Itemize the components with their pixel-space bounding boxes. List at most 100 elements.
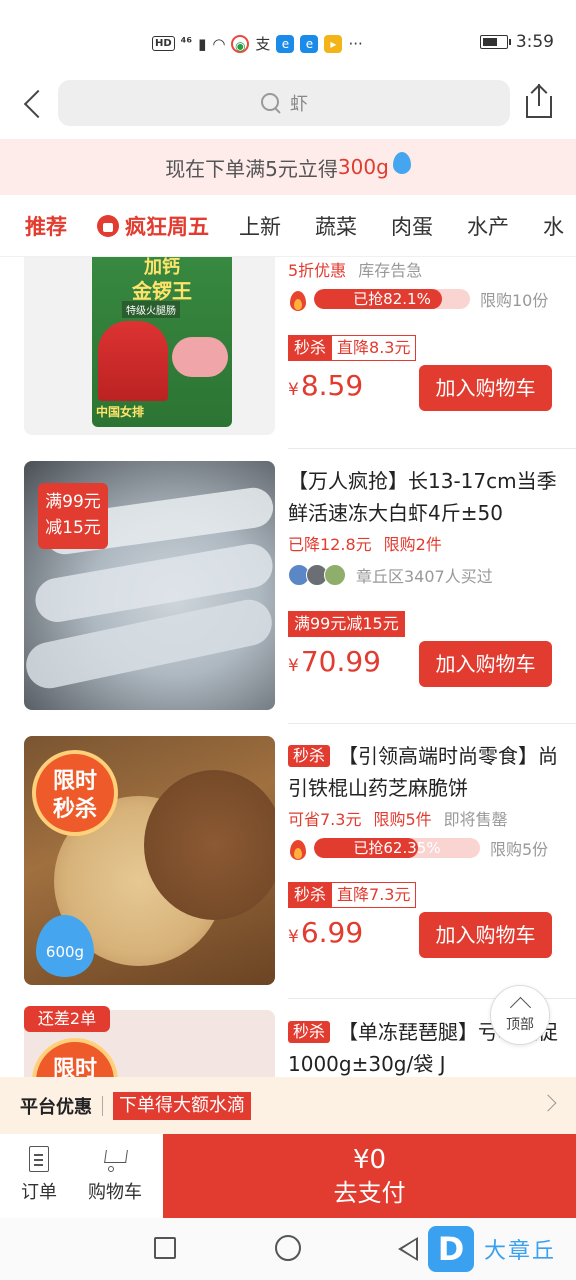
avatar — [324, 564, 346, 586]
promo-highlight: 300g — [337, 155, 389, 179]
chevron-right-icon — [539, 1094, 557, 1112]
cart-button[interactable]: 购物车 — [80, 1146, 150, 1204]
badge-line-2: 秒杀 — [52, 797, 97, 822]
price-drop-badge: 直降7.3元 — [332, 882, 417, 908]
cart-label: 购物车 — [88, 1182, 142, 1203]
separator — [102, 1095, 103, 1116]
more-notifications-icon: ··· — [348, 34, 363, 53]
promo-badges: 满99元减15元 — [288, 611, 564, 637]
pack-text-4: 中国女排 — [96, 405, 145, 419]
cracker-art-dark — [144, 770, 275, 920]
sold-progress-bar: 已抢62.35% — [314, 838, 480, 858]
order-list-icon — [29, 1146, 49, 1172]
currency: ¥ — [288, 380, 299, 400]
tab-label: 疯狂周五 — [125, 214, 209, 239]
price-drop-badge: 直降8.3元 — [332, 335, 417, 361]
discount-text: 5折优惠 — [288, 261, 347, 280]
promo-banner[interactable]: 现在下单满5元立得 300g — [0, 139, 576, 195]
product-title: 秒杀 【引领高端时尚零食】尚引铁棍山药芝麻脆饼 — [288, 740, 564, 804]
water-drop-icon — [392, 152, 411, 174]
list-item[interactable]: 满99元 减15元 【万人疯抢】长13-17cm当季鲜活速冻大白虾4斤±50 已… — [0, 461, 576, 721]
price-row: ¥6.99 加入购物车 — [288, 912, 564, 960]
fire-icon — [288, 287, 308, 311]
wifi-icon: ◠ — [212, 34, 226, 53]
product-info: 5折优惠 库存告急 已抢82.1% 限购10份 秒杀 直降8.3元 ¥8.59 … — [288, 257, 564, 413]
app-notification-icon: ◉ — [231, 34, 250, 53]
tab-next[interactable]: 水 — [543, 211, 564, 241]
buyers-text: 章丘区3407人买过 — [356, 567, 493, 586]
pay-button[interactable]: ¥0 去支付 — [163, 1134, 576, 1218]
price-value: 6.99 — [300, 916, 364, 949]
progress-row: 已抢82.1% 限购10份 — [288, 287, 564, 311]
list-item[interactable]: 加钙 金锣王 特级火腿肠 中国女排 5折优惠 库存告急 已抢82.1% 限购10… — [0, 257, 576, 447]
tab-vegetables[interactable]: 蔬菜 — [315, 211, 357, 241]
limit-text: 限购5件 — [373, 810, 432, 829]
sold-progress-bar: 已抢82.1% — [314, 289, 470, 309]
seckill-tag: 秒杀 — [288, 1021, 331, 1043]
watermark-text: 大章丘 — [484, 1239, 557, 1264]
add-to-cart-button[interactable]: 加入购物车 — [419, 912, 552, 958]
pack-text-3: 特级火腿肠 — [122, 301, 180, 318]
add-to-cart-button[interactable]: 加入购物车 — [419, 641, 552, 687]
stock-warning: 库存告急 — [358, 261, 423, 280]
signal-bars-icon: ▮ — [198, 34, 207, 53]
product-info: 【万人疯抢】长13-17cm当季鲜活速冻大白虾4斤±50 已降12.8元 限购2… — [288, 465, 564, 689]
product-meta: 已降12.8元 限购2件 — [288, 531, 564, 555]
back-triangle-icon[interactable] — [398, 1237, 418, 1261]
orders-button[interactable]: 订单 — [4, 1146, 74, 1204]
promo-badges: 秒杀 直降7.3元 — [288, 882, 564, 908]
promo-badges: 秒杀 直降8.3元 — [288, 335, 564, 361]
back-to-top-button[interactable]: 顶部 — [490, 985, 550, 1045]
search-text: 虾 — [290, 94, 308, 115]
save-text: 可省7.3元 — [288, 810, 362, 829]
limit-text: 限购10份 — [480, 291, 549, 310]
limit-text: 限购2件 — [383, 535, 442, 554]
players-art — [98, 321, 168, 401]
badge-line-2: 减15元 — [45, 518, 101, 538]
product-meta: 可省7.3元 限购5件 即将售罄 — [288, 806, 564, 830]
currency: ¥ — [288, 927, 299, 947]
product-info: 秒杀 【引领高端时尚零食】尚引铁棍山药芝麻脆饼 可省7.3元 限购5件 即将售罄 … — [288, 740, 564, 960]
tab-crazy-friday[interactable]: 疯狂周五 — [97, 211, 209, 241]
tab-seafood[interactable]: 水产 — [467, 211, 509, 241]
list-item[interactable]: 限时 秒杀 600g 秒杀 【引领高端时尚零食】尚引铁棍山药芝麻脆饼 可省7.3元… — [0, 736, 576, 996]
limited-time-badge: 限时 秒杀 — [32, 750, 118, 836]
tab-new[interactable]: 上新 — [239, 211, 281, 241]
add-to-cart-button[interactable]: 加入购物车 — [419, 365, 552, 411]
product-list: 加钙 金锣王 特级火腿肠 中国女排 5折优惠 库存告急 已抢82.1% 限购10… — [0, 257, 576, 1077]
buyer-avatars — [288, 564, 346, 586]
pay-label: 去支付 — [333, 1179, 406, 1207]
search-input[interactable]: 虾 — [58, 80, 510, 126]
price-drop-text: 已降12.8元 — [288, 535, 372, 554]
back-icon[interactable] — [18, 84, 48, 124]
product-image[interactable]: 加钙 金锣王 特级火腿肠 中国女排 — [24, 257, 275, 435]
bottom-bar: 订单 购物车 ¥0 去支付 — [0, 1134, 576, 1218]
recent-apps-icon[interactable] — [154, 1237, 176, 1259]
divider — [288, 723, 576, 724]
platform-label: 平台优惠 — [20, 1096, 92, 1118]
product-image[interactable]: 满99元 减15元 — [24, 461, 275, 710]
page: HD ⁴⁶ ▮ ◠ ◉ 支 e e ▸ ··· 3:59 虾 现在下单满5元立得 — [0, 0, 576, 1280]
product-image[interactable]: 限时 秒杀 600g — [24, 736, 275, 985]
battery-icon — [479, 35, 511, 49]
clock: 3:59 — [515, 32, 554, 52]
currency: ¥ — [288, 656, 299, 676]
full-reduction-tag: 满99元减15元 — [288, 611, 405, 637]
watermark: D 大章丘 — [428, 1226, 556, 1272]
shopping-cart-icon — [101, 1146, 129, 1172]
header: 虾 — [0, 78, 576, 134]
platform-discount-bar[interactable]: 平台优惠 下单得大额水滴 — [0, 1077, 576, 1134]
seckill-badge: 秒杀 — [288, 335, 333, 361]
status-bar: HD ⁴⁶ ▮ ◠ ◉ 支 e e ▸ ··· 3:59 — [0, 0, 576, 82]
e-app-icon-2: e — [300, 34, 319, 53]
platform-tag: 下单得大额水滴 — [113, 1091, 251, 1120]
home-icon[interactable] — [275, 1235, 301, 1261]
total-amount: ¥0 — [352, 1145, 387, 1175]
tab-recommend[interactable]: 推荐 — [25, 211, 67, 241]
badge-line-1: 满99元 — [45, 492, 101, 512]
watermark-logo: D — [428, 1226, 474, 1272]
full-reduction-badge: 满99元 减15元 — [38, 483, 108, 549]
buyers-row: 章丘区3407人买过 — [288, 563, 564, 587]
tab-meat-eggs[interactable]: 肉蛋 — [391, 211, 433, 241]
share-icon[interactable] — [524, 84, 554, 120]
